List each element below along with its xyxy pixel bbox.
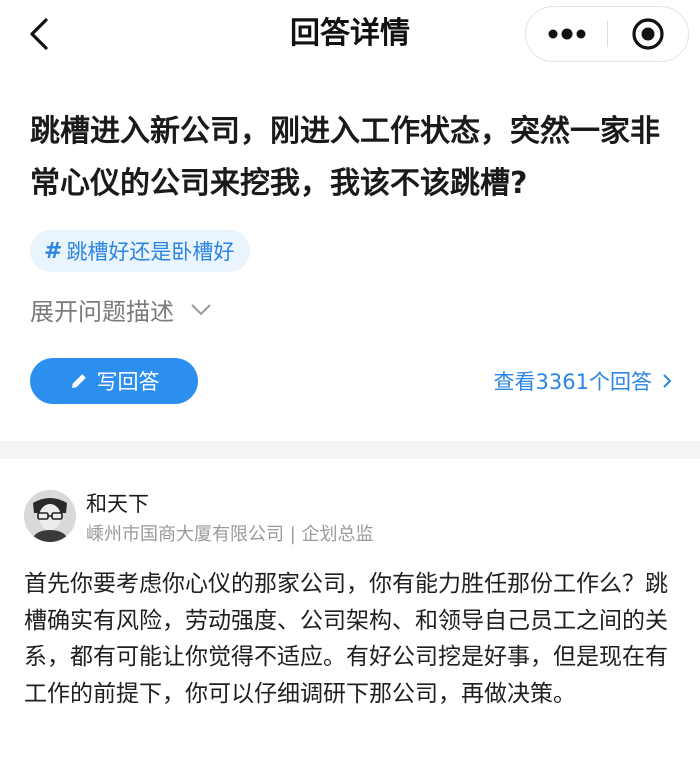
view-all-answers-link[interactable]: 查看3361个回答 [494,366,672,396]
mini-program-capsule [525,6,689,62]
nav-bar: 回答详情 [0,0,700,72]
section-divider [0,441,700,459]
chevron-down-icon [191,303,211,315]
chevron-right-icon [663,374,672,388]
expand-label: 展开问题描述 [30,298,174,326]
write-answer-button[interactable]: 写回答 [30,358,198,404]
topic-label: 跳槽好还是卧槽好 [66,240,235,264]
answer-body: 首先你要考虑你心仪的那家公司，你有能力胜任那份工作么？跳槽确实有风险，劳动强度、… [24,571,668,707]
user-avatar-icon [24,490,76,542]
topic-tag[interactable]: # 跳槽好还是卧槽好 [30,230,251,272]
author-name[interactable]: 和天下 [86,488,149,518]
avatar[interactable] [24,490,76,542]
author-info: 嵊州市国商大厦有限公司 | 企划总监 [86,524,374,545]
write-answer-label: 写回答 [96,370,160,394]
hash-icon: # [44,238,63,264]
close-button[interactable] [608,7,688,61]
pencil-icon [71,374,86,388]
target-circle-icon [632,18,664,50]
more-button[interactable] [526,7,608,61]
expand-description-toggle[interactable]: 展开问题描述 [30,292,212,327]
view-all-label: 查看3361个回答 [493,370,652,394]
more-dots-icon [548,28,586,40]
question-title[interactable]: 跳槽进入新公司，刚进入工作状态，突然一家非常心仪的公司来挖我，我该不该跳槽? [30,106,680,210]
